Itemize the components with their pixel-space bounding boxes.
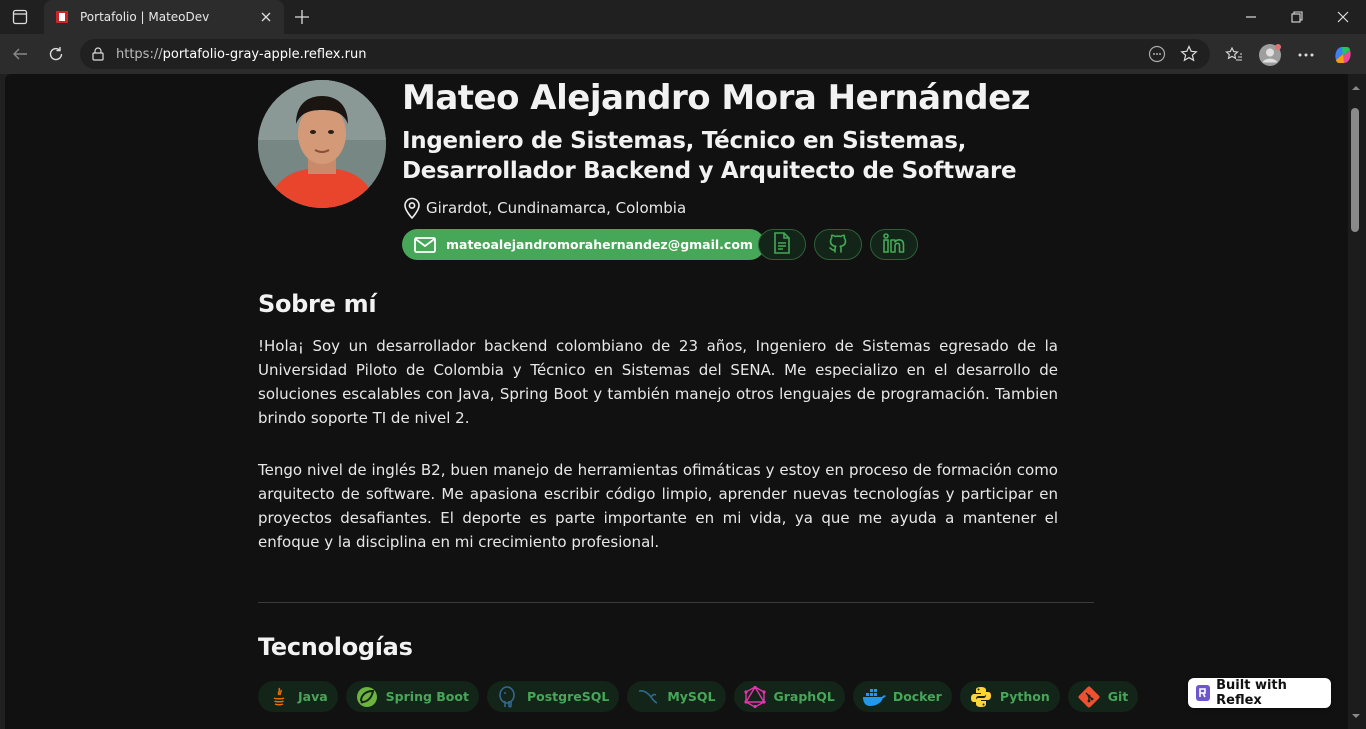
docker-icon (861, 684, 887, 710)
cv-document-button[interactable] (758, 229, 806, 260)
tech-badge-mysql: MySQL (627, 681, 726, 712)
github-button[interactable] (814, 229, 862, 260)
scroll-up-icon[interactable] (1350, 78, 1362, 90)
back-icon[interactable] (8, 42, 32, 66)
about-paragraph-2: Tengo nivel de inglés B2, buen manejo de… (258, 461, 1058, 551)
scrollbar-thumb[interactable] (1351, 108, 1359, 232)
graphql-icon (742, 684, 768, 710)
profile-name: Mateo Alejandro Mora Hernández (402, 78, 1030, 118)
tech-list: Java Spring Boot PostgreSQL MySQL GraphQ… (258, 681, 1139, 712)
avatar (258, 80, 386, 208)
reload-icon[interactable] (44, 42, 68, 66)
restore-icon[interactable] (1285, 5, 1309, 29)
close-window-icon[interactable] (1331, 5, 1355, 29)
reflex-logo-icon (1196, 685, 1211, 701)
tech-badge-git: Git (1067, 681, 1139, 712)
postgresql-icon (495, 684, 521, 710)
favicon-icon (54, 9, 70, 25)
reader-mode-icon[interactable] (1146, 43, 1168, 65)
about-heading: Sobre mí (258, 290, 377, 318)
scroll-down-icon[interactable] (1350, 706, 1362, 718)
java-icon (266, 684, 292, 710)
linkedin-icon (882, 232, 906, 258)
mail-icon (414, 235, 438, 255)
close-tab-icon[interactable] (258, 9, 274, 25)
tech-badge-java: Java (258, 681, 338, 712)
linkedin-button[interactable] (870, 229, 918, 260)
tech-heading: Tecnologías (258, 633, 413, 661)
favorite-star-icon[interactable] (1178, 43, 1200, 65)
browser-tab[interactable]: Portafolio | MateoDev (44, 0, 284, 34)
new-tab-icon[interactable] (290, 5, 314, 29)
favorites-icon[interactable] (1221, 42, 1247, 68)
built-with-reflex-badge[interactable]: Built with Reflex (1188, 678, 1331, 708)
address-bar[interactable]: https://portafolio-gray-apple.reflex.run (80, 39, 1210, 69)
mysql-icon (635, 684, 661, 710)
profile-subtitle: Ingeniero de Sistemas, Técnico en Sistem… (402, 128, 1017, 184)
spring-icon (354, 684, 380, 710)
more-options-icon[interactable] (1293, 42, 1319, 68)
tech-badge-postgresql: PostgreSQL (486, 681, 620, 712)
location-text: Girardot, Cundinamarca, Colombia (426, 199, 687, 217)
email-text: mateoalejandromorahernandez@gmail.com (446, 237, 753, 252)
profile-avatar-icon[interactable] (1257, 42, 1283, 68)
tab-title: Portafolio | MateoDev (80, 10, 210, 24)
browser-toolbar: https://portafolio-gray-apple.reflex.run (0, 34, 1366, 74)
tab-actions-icon[interactable] (10, 7, 30, 27)
about-paragraph-1: !Hola¡ Soy un desarrollador backend colo… (258, 337, 1058, 427)
location: Girardot, Cundinamarca, Colombia (402, 196, 686, 220)
python-icon (968, 684, 994, 710)
site-info-icon[interactable] (90, 46, 106, 62)
minimize-icon[interactable] (1239, 5, 1263, 29)
copilot-icon[interactable] (1330, 42, 1356, 68)
git-icon (1076, 684, 1102, 710)
tech-badge-graphql: GraphQL (733, 681, 845, 712)
browser-titlebar: Portafolio | MateoDev (0, 0, 1366, 34)
map-pin-icon (402, 196, 424, 220)
tech-badge-docker: Docker (852, 681, 952, 712)
github-icon (827, 232, 849, 258)
reflex-badge-text: Built with Reflex (1216, 678, 1287, 708)
tech-badge-python: Python (959, 681, 1060, 712)
section-divider (258, 602, 1094, 603)
document-icon (772, 231, 792, 258)
email-button[interactable]: mateoalejandromorahernandez@gmail.com (402, 229, 765, 260)
page-viewport: Mateo Alejandro Mora Hernández Ingeniero… (5, 74, 1348, 729)
tech-badge-spring-boot: Spring Boot (345, 681, 479, 712)
url-text[interactable]: https://portafolio-gray-apple.reflex.run (116, 47, 1136, 62)
